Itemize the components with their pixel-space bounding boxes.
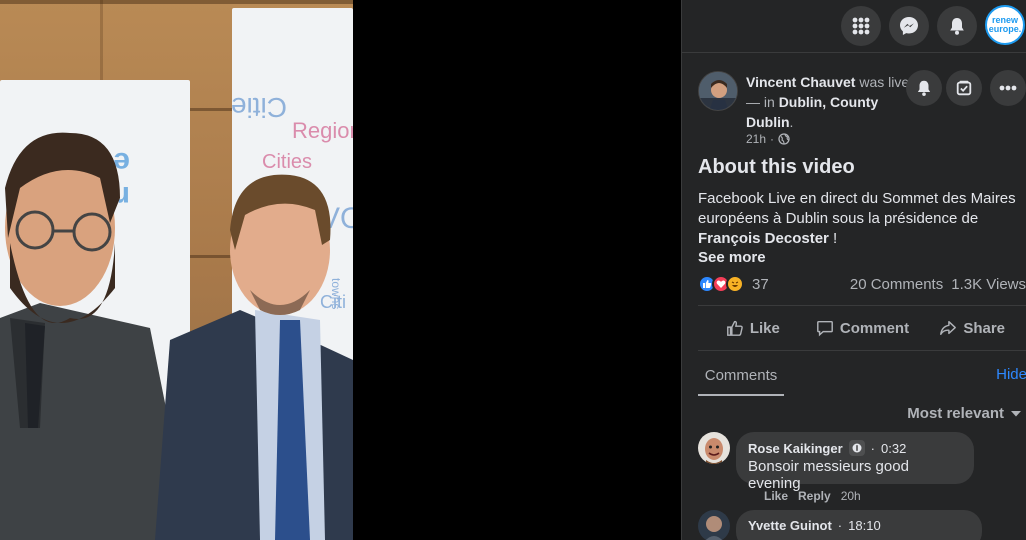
bell-icon: [917, 80, 931, 96]
comment-item: Rose Kaikinger · 0:32 Bonsoir messieurs …: [698, 432, 1018, 512]
comment-item: Yvette Guinot · 18:10: [698, 510, 1018, 540]
comment-button[interactable]: Comment: [808, 306, 918, 350]
like-label: Like: [749, 319, 780, 337]
about-text-part1: Facebook Live en direct du Sommet des Ma…: [698, 190, 1016, 227]
svg-text:Cities: Cities: [232, 92, 287, 123]
comment-icon: [817, 320, 833, 337]
comment-video-timestamp[interactable]: 18:10: [848, 518, 881, 533]
top-bar: renew europe.: [682, 0, 1026, 53]
comment-bubble: Rose Kaikinger · 0:32 Bonsoir messieurs …: [736, 432, 974, 492]
post-meta: 21h ·: [746, 132, 790, 146]
caret-down-icon: [1011, 410, 1021, 416]
commenter-avatar-image: [698, 510, 730, 540]
commenter-name[interactable]: Yvette Guinot: [748, 518, 832, 533]
author-avatar-image: [699, 72, 737, 110]
hide-comments-link[interactable]: Hide: [996, 366, 1026, 383]
person-right: [155, 174, 353, 540]
notifications-button[interactable]: [937, 6, 977, 46]
comment-text: Bonsoir messieurs good evening: [748, 458, 909, 492]
menu-grid-icon: [852, 17, 870, 35]
comment-actions: Like Reply 20h: [764, 489, 861, 503]
more-dots-icon: [999, 85, 1017, 91]
menu-grid-button[interactable]: [841, 6, 881, 46]
views-count: 1.3K Views: [951, 276, 1026, 293]
comment-label: Comment: [839, 319, 910, 337]
account-avatar-button[interactable]: renew europe.: [985, 5, 1025, 45]
title-period: .: [789, 114, 794, 130]
about-text-bold[interactable]: François Decoster: [698, 230, 829, 247]
haha-reaction-icon: [726, 275, 744, 293]
about-text-part2: !: [828, 230, 838, 247]
share-icon: [940, 320, 957, 336]
thumbs-up-icon: [726, 320, 743, 336]
globe-icon: [778, 133, 790, 145]
about-title: About this video: [698, 156, 855, 178]
save-button[interactable]: [946, 70, 982, 106]
side-panel: renew europe. Vincent Chauvet was live —…: [681, 0, 1026, 540]
comments-tabs: Comments Hide: [698, 356, 1026, 396]
svg-text:Regions: Regions: [292, 118, 353, 143]
like-button[interactable]: Like: [698, 306, 808, 350]
comment-separator: ·: [837, 518, 843, 533]
sort-dropdown[interactable]: Most relevant: [907, 405, 1022, 422]
reaction-count: 37: [752, 275, 769, 293]
author-name[interactable]: Vincent Chauvet: [746, 74, 855, 90]
notifications-bell-icon: [950, 18, 964, 35]
about-description: Facebook Live en direct du Sommet des Ma…: [698, 189, 1018, 249]
follow-notifications-button[interactable]: [906, 70, 942, 106]
reactions-summary[interactable]: 37: [698, 275, 769, 293]
engagement-stats: 20 Comments 1.3K Views: [850, 276, 1026, 293]
commenter-name[interactable]: Rose Kaikinger: [748, 441, 843, 456]
video-frame: reeu Cities Regions Cities Counties VO t…: [0, 0, 353, 540]
comment-like-link[interactable]: Like: [764, 489, 788, 503]
comment-bubble: Yvette Guinot · 18:10: [736, 510, 982, 540]
badge-icon: [852, 443, 862, 453]
comment-header: Rose Kaikinger · 0:32: [748, 440, 962, 456]
action-bar: Like Comment Share: [698, 305, 1026, 351]
messenger-button[interactable]: [889, 6, 929, 46]
brand-line-2: europe.: [988, 24, 1022, 34]
save-bookmark-icon: [956, 80, 972, 96]
post-title: Vincent Chauvet was live — in Dublin, Co…: [746, 72, 911, 132]
author-avatar[interactable]: [698, 71, 738, 111]
meta-dot: ·: [770, 132, 775, 146]
comment-separator: ·: [870, 440, 875, 456]
more-options-button[interactable]: [990, 70, 1026, 106]
tab-comments[interactable]: Comments: [698, 356, 784, 396]
sort-label: Most relevant: [907, 405, 1004, 422]
share-label: Share: [963, 319, 1006, 337]
see-more-link[interactable]: See more: [698, 249, 766, 266]
video-player[interactable]: reeu Cities Regions Cities Counties VO t…: [0, 0, 681, 540]
comments-count[interactable]: 20 Comments: [850, 276, 943, 293]
commenter-avatar-image: [698, 432, 730, 464]
comment-age[interactable]: 20h: [841, 489, 861, 503]
post-time[interactable]: 21h: [746, 132, 766, 146]
share-button[interactable]: Share: [917, 306, 1026, 350]
commenter-avatar[interactable]: [698, 510, 730, 540]
messenger-icon: [900, 17, 918, 35]
fan-badge[interactable]: [848, 440, 865, 456]
comment-video-timestamp[interactable]: 0:32: [881, 441, 906, 456]
commenter-avatar[interactable]: [698, 432, 730, 464]
comment-reply-link[interactable]: Reply: [798, 489, 831, 503]
comment-header: Yvette Guinot · 18:10: [748, 518, 970, 533]
